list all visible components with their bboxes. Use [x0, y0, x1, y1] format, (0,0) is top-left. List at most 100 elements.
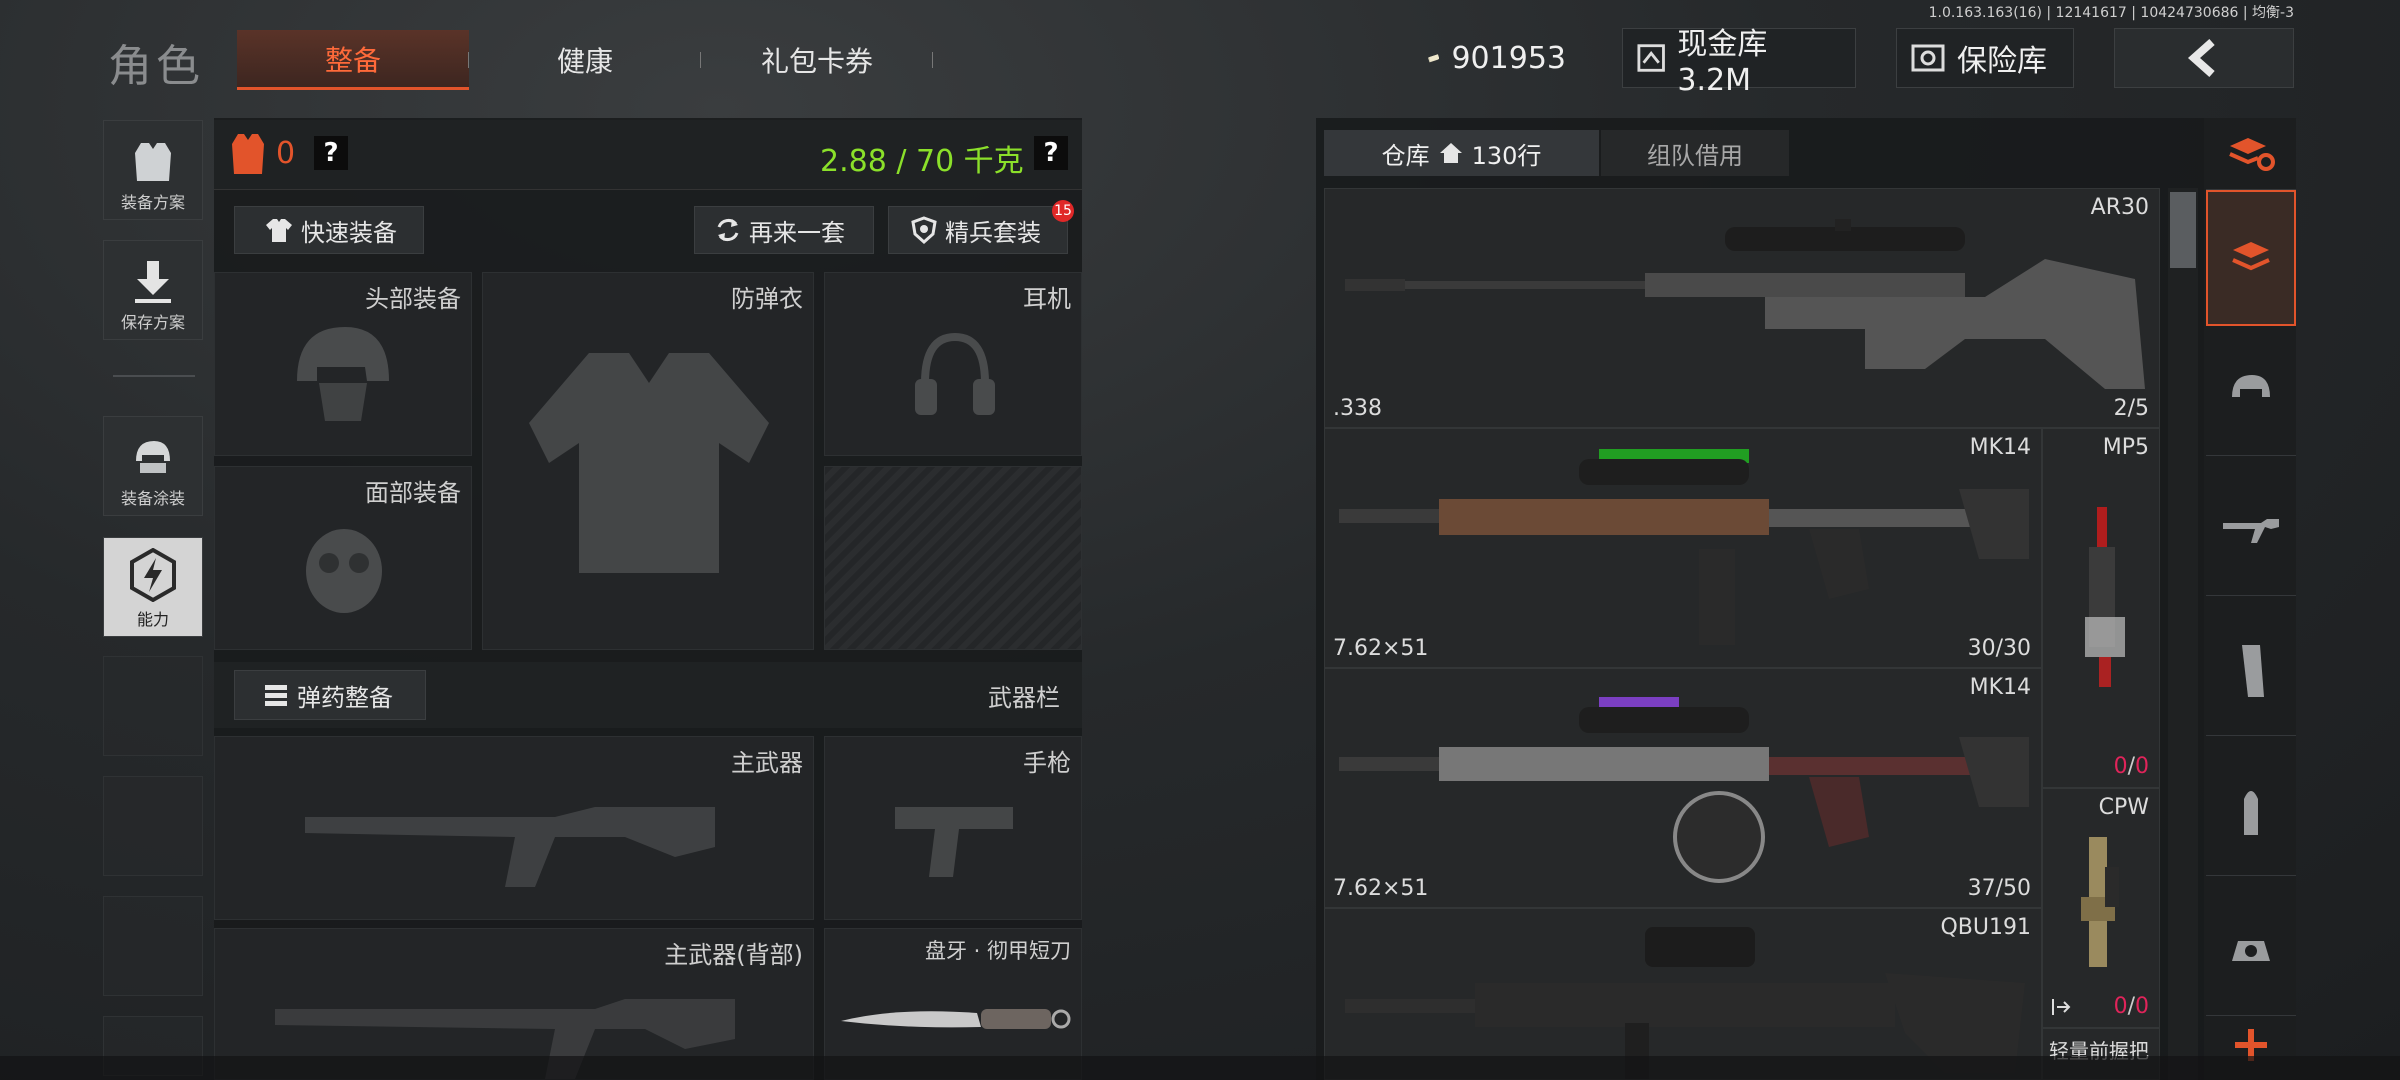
reequip-label: 再来一套 — [749, 218, 845, 247]
home-icon — [1439, 143, 1462, 163]
slot-head[interactable]: 头部装备 — [214, 272, 472, 456]
inventory-scrollbar[interactable] — [2168, 188, 2198, 1080]
category-all[interactable] — [2206, 190, 2296, 326]
tab-divider — [468, 52, 469, 68]
item-count-b: 0 — [2135, 994, 2149, 1019]
item-name: CPW — [2098, 795, 2149, 820]
vest-placeholder-icon — [529, 353, 769, 573]
helmet-icon — [2232, 374, 2270, 397]
category-weapons[interactable] — [2206, 466, 2296, 596]
rifle-icon — [2223, 518, 2279, 543]
item-ammo-count: 0/0 — [2113, 994, 2149, 1019]
slot-face-label: 面部装备 — [365, 479, 461, 507]
lightning-icon — [130, 548, 176, 602]
tab-loadout-label: 整备 — [324, 43, 381, 77]
marksman-rifle-drum-icon — [1339, 697, 2029, 883]
ammo-equip-button[interactable]: 弹药整备 — [234, 670, 426, 720]
bullet-icon — [2244, 790, 2258, 835]
money-display: 901953 — [1414, 28, 1580, 88]
stack-icon — [2232, 242, 2270, 271]
shirt-icon — [266, 219, 292, 242]
tab-divider — [700, 52, 701, 68]
slot-vest-label: 防弹衣 — [731, 285, 803, 313]
weight-value: 2.88 / 70 千克 — [820, 144, 1024, 179]
smg-icon — [2085, 507, 2125, 687]
inventory-item[interactable]: MP5 0/0 — [2042, 428, 2160, 788]
item-count-a: 0 — [2113, 994, 2128, 1019]
armor-icon — [232, 134, 264, 174]
category-gear[interactable] — [2206, 326, 2296, 456]
sidebar-item-ability[interactable]: 能力 — [103, 537, 203, 637]
weight-help-icon[interactable]: ? — [1034, 136, 1068, 170]
slot-primary-weapon[interactable]: 主武器 — [214, 736, 814, 920]
slot-melee-label: 盘牙 · 彻甲短刀 — [924, 939, 1071, 963]
item-ammo-count: 0/0 — [2113, 754, 2149, 779]
slot-face[interactable]: 面部装备 — [214, 466, 472, 650]
category-magazines[interactable] — [2206, 606, 2296, 736]
scope-icon — [2232, 940, 2270, 961]
cash-vault-button[interactable]: 现金库 3.2M — [1622, 27, 1856, 98]
headset-placeholder-icon — [915, 332, 995, 415]
tab-loadout[interactable]: 整备 — [237, 30, 469, 90]
reequip-button[interactable]: 再来一套 — [694, 206, 874, 254]
safe-box-button[interactable]: 保险库 — [1896, 28, 2074, 88]
slot-vest[interactable]: 防弹衣 — [482, 272, 814, 650]
pdw-icon — [2081, 837, 2119, 967]
sniper-rifle-icon — [1345, 219, 2145, 389]
help-icon[interactable]: ? — [314, 136, 348, 170]
helmet-placeholder-icon — [297, 327, 389, 421]
inventory-item[interactable]: CPW 0/0 — [2042, 788, 2160, 1028]
vest-icon — [135, 143, 171, 181]
safe-icon — [1911, 44, 1945, 72]
sidebar-item-loadout-plan[interactable]: 装备方案 — [103, 120, 203, 220]
sidebar-divider — [113, 375, 195, 377]
slot-primary-label: 主武器 — [731, 749, 803, 777]
item-name: AR30 — [2090, 195, 2149, 220]
sidebar-item-save-plan[interactable]: 保存方案 — [103, 240, 203, 340]
tab-team-borrow[interactable]: 组队借用 — [1601, 130, 1789, 176]
category-ammo[interactable] — [2206, 746, 2296, 876]
knife-icon — [841, 1009, 1071, 1029]
marksman-rifle-icon — [1339, 449, 2029, 645]
item-ammo-count: 30/30 — [1967, 636, 2031, 661]
inventory-item[interactable]: QBU191 — [1324, 908, 2042, 1080]
refresh-stack-icon — [2229, 137, 2275, 171]
refresh-icon — [717, 219, 739, 241]
inventory-item[interactable]: AR30 .338 2/5 — [1324, 188, 2160, 428]
empty-sidebar-slot[interactable] — [103, 896, 203, 996]
gasmask-placeholder-icon — [306, 529, 382, 613]
category-attachments[interactable] — [2206, 886, 2296, 1016]
inventory-item[interactable]: MK14 7.62×51 30/30 — [1324, 428, 2042, 668]
inventory-item[interactable]: MK14 7.62×51 37/50 — [1324, 668, 2042, 908]
page-title: 角色 — [108, 41, 204, 92]
armor-count: 0 — [276, 136, 296, 171]
tab-warehouse-label: 仓库 — [1381, 141, 1430, 170]
category-refresh[interactable] — [2206, 118, 2296, 190]
empty-sidebar-slot[interactable] — [103, 776, 203, 876]
tab-gift-cards[interactable]: 礼包卡券 — [702, 30, 932, 90]
elite-kit-badge: 15 — [1052, 200, 1074, 222]
warehouse-rows: 130行 — [1471, 141, 1542, 170]
quick-equip-button[interactable]: 快速装备 — [234, 206, 424, 254]
tab-health[interactable]: 健康 — [470, 30, 700, 90]
item-count-a: 0 — [2113, 754, 2128, 779]
sidebar-item-skin[interactable]: 装备涂装 — [103, 416, 203, 516]
version-text: 1.0.163.163(16) | 12141617 | 10424730686… — [1928, 5, 2294, 21]
tab-warehouse[interactable]: 仓库 130行 — [1324, 130, 1599, 176]
safe-box-label: 保险库 — [1957, 44, 2047, 79]
back-arrow-icon — [2187, 39, 2215, 77]
cash-vault-label: 现金库 3.2M — [1677, 26, 1768, 98]
ammo-icon — [265, 685, 287, 706]
money-value: 901953 — [1451, 40, 1566, 76]
item-caliber: 7.62×51 — [1333, 636, 1429, 661]
slot-pistol[interactable]: 手枪 — [824, 736, 1082, 920]
sidebar-item-label: 保存方案 — [120, 313, 185, 332]
elite-kit-button[interactable]: 精兵套装 — [888, 206, 1068, 254]
back-button[interactable] — [2114, 28, 2294, 88]
slot-headset[interactable]: 耳机 — [824, 272, 1082, 456]
scrollbar-thumb[interactable] — [2170, 192, 2196, 268]
helmet-icon — [136, 441, 170, 473]
item-ammo-count: 37/50 — [1967, 876, 2031, 901]
ammo-equip-label: 弹药整备 — [297, 683, 393, 712]
empty-sidebar-slot[interactable] — [103, 656, 203, 756]
